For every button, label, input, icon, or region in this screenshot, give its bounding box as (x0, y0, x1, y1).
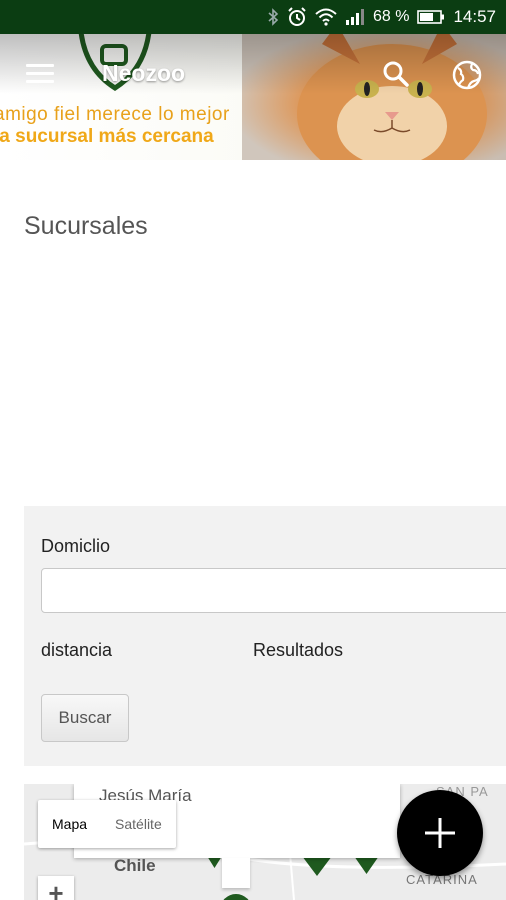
battery-icon (417, 9, 445, 25)
map-type-satelite[interactable]: Satélite (101, 800, 176, 848)
results-label: Resultados (253, 640, 344, 660)
search-icon[interactable] (382, 60, 410, 93)
address-input[interactable] (41, 568, 506, 613)
distance-label: distancia (41, 640, 113, 660)
wifi-icon (315, 8, 337, 26)
map-marker (354, 856, 379, 874)
signal-icon (345, 8, 365, 26)
map-popup-tail (222, 858, 250, 888)
plus-icon (425, 818, 455, 848)
search-form: Domiclio distancia Resultados Buscar (24, 506, 506, 766)
map-marker (223, 894, 249, 900)
clock: 14:57 (453, 7, 496, 26)
globe-icon[interactable] (452, 60, 482, 95)
alarm-icon (287, 7, 307, 27)
page-title: Sucursales (24, 212, 148, 240)
zoom-in-button[interactable]: + (38, 876, 74, 900)
search-button[interactable]: Buscar (41, 694, 129, 742)
app-title: Neozoo (102, 60, 186, 86)
banner-slogan-line2: la sucursal más cercana (0, 126, 214, 147)
app-bar: Neozoo (0, 34, 506, 114)
address-label: Domiclio (41, 536, 111, 556)
add-fab-button[interactable] (397, 790, 483, 876)
battery-percentage: 68 % (372, 8, 410, 25)
map-label-chile: Chile (114, 856, 156, 875)
map-type-control: Mapa Satélite (38, 800, 176, 848)
map-type-mapa[interactable]: Mapa (38, 800, 101, 848)
bluetooth-icon (267, 8, 279, 26)
status-bar: 68 % 14:57 (0, 0, 506, 34)
menu-icon[interactable] (26, 64, 54, 86)
